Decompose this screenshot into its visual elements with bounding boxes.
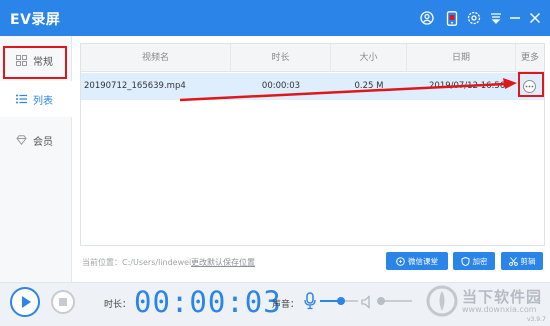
video-size: 0.25 M	[354, 81, 384, 91]
chat-icon	[396, 256, 405, 266]
recording-timer: 00:00:03	[134, 285, 282, 319]
video-duration: 00:00:03	[261, 81, 301, 91]
wechat-class-button[interactable]: 微信课堂	[386, 252, 448, 270]
table-row[interactable]: 20190712_165639.mp4 00:00:03 0.25 M 2019…	[81, 73, 544, 100]
record-play-button[interactable]	[10, 287, 40, 317]
video-date: 2019/07/12 16:56	[429, 81, 506, 91]
list-icon	[15, 93, 27, 105]
stop-icon	[59, 298, 67, 306]
scissors-icon	[508, 256, 518, 266]
dropdown-icon[interactable]	[487, 9, 505, 27]
shield-icon	[461, 256, 470, 266]
column-header[interactable]: 大小	[331, 44, 407, 72]
encrypt-button[interactable]: 加密	[453, 252, 495, 270]
change-save-path-link[interactable]: 更改默认保存位置	[191, 257, 255, 268]
video-list-panel: 视频名 时长 大小 日期 更多 20190712_165639.mp4 00:0…	[80, 43, 545, 246]
diamond-icon	[15, 134, 27, 146]
watermark-url: www.downxia.com	[462, 305, 537, 314]
user-icon[interactable]	[418, 9, 436, 27]
speaker-icon[interactable]	[361, 294, 373, 309]
column-header[interactable]: 时长	[231, 44, 331, 72]
highlight-box	[518, 72, 544, 97]
button-label: 剪辑	[520, 256, 536, 266]
sidebar-item-member[interactable]: 会员	[0, 122, 72, 158]
button-label: 加密	[472, 256, 488, 266]
title-bar: EV录屏	[0, 0, 550, 36]
play-icon	[22, 296, 31, 308]
save-path-label: 当前位置：C:/Users/lindewei	[82, 258, 192, 267]
settings-icon[interactable]	[465, 9, 483, 27]
table-header: 视频名 时长 大小 日期 更多	[81, 44, 544, 72]
speaker-volume-slider[interactable]	[377, 297, 412, 305]
sidebar-item-label: 会员	[33, 136, 53, 148]
sidebar-item-label: 列表	[33, 95, 53, 107]
microphone-volume-slider[interactable]	[320, 297, 358, 305]
slider-knob[interactable]	[336, 297, 345, 305]
phone-icon[interactable]	[443, 9, 461, 27]
microphone-icon[interactable]	[303, 292, 317, 310]
duration-label: 时长：	[104, 300, 132, 310]
minimize-icon[interactable]	[506, 9, 524, 27]
volume-label: 声音：	[272, 300, 300, 310]
column-header: 更多	[520, 53, 539, 63]
button-label: 微信课堂	[408, 256, 438, 266]
watermark-text: 当下软件园	[462, 288, 543, 306]
column-header[interactable]: 日期	[407, 44, 516, 72]
version-label: v3.9.7	[527, 316, 546, 323]
video-name: 20190712_165639.mp4	[84, 81, 186, 91]
app-title: EV录屏	[10, 12, 61, 28]
column-header[interactable]: 视频名	[81, 44, 231, 72]
stop-button[interactable]	[51, 290, 75, 314]
watermark-logo	[426, 285, 458, 317]
edit-button[interactable]: 剪辑	[501, 252, 543, 270]
slider-knob[interactable]	[377, 297, 386, 305]
close-icon[interactable]	[526, 9, 544, 27]
highlight-box	[3, 46, 67, 79]
sidebar-item-list[interactable]: 列表	[0, 81, 72, 117]
